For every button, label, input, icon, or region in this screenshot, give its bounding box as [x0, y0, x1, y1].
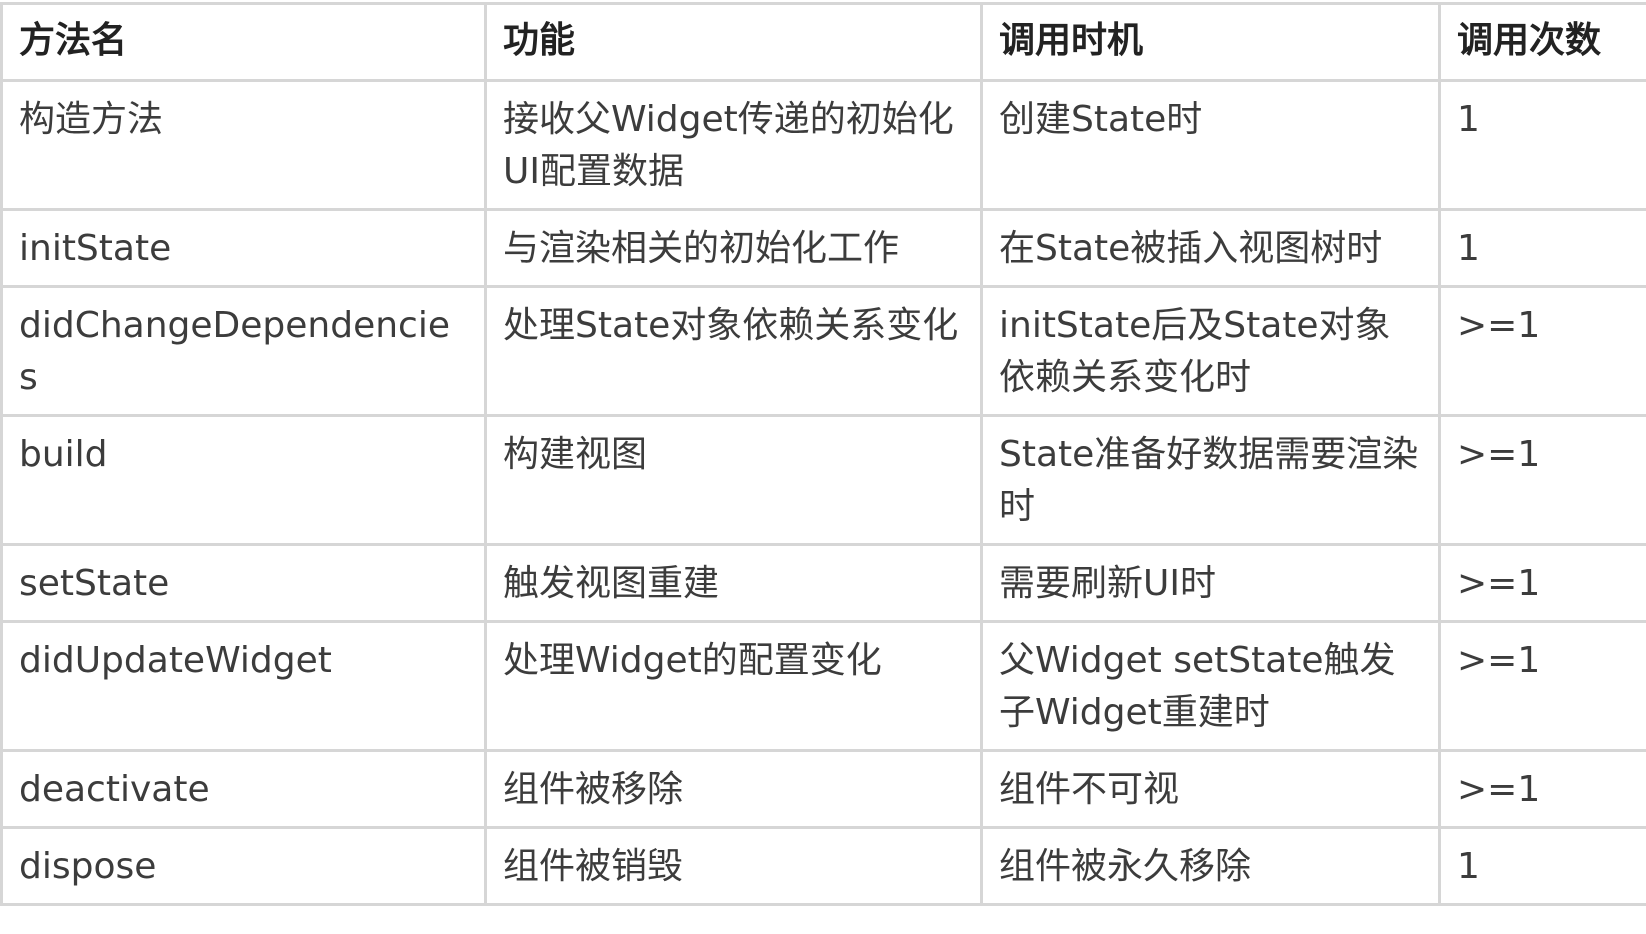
cell-method-name: initState — [0, 208, 487, 288]
cell-call-count: >=1 — [1438, 749, 1646, 829]
cell-call-count: >=1 — [1438, 620, 1646, 752]
cell-method-name: build — [0, 414, 487, 546]
table-row: setState 触发视图重建 需要刷新UI时 >=1 — [0, 543, 1646, 623]
cell-call-count: >=1 — [1438, 543, 1646, 623]
cell-call-timing: 在State被插入视图树时 — [980, 208, 1441, 288]
header-method-name: 方法名 — [0, 2, 487, 82]
cell-method-name: didUpdateWidget — [0, 620, 487, 752]
cell-method-name: didChangeDependencies — [0, 285, 487, 417]
cell-call-timing: 需要刷新UI时 — [980, 543, 1441, 623]
cell-function: 处理Widget的配置变化 — [484, 620, 983, 752]
cell-function: 触发视图重建 — [484, 543, 983, 623]
header-call-timing: 调用时机 — [980, 2, 1441, 82]
cell-call-timing: 创建State时 — [980, 79, 1441, 211]
table-header-row: 方法名 功能 调用时机 调用次数 — [0, 2, 1646, 82]
cell-call-count: 1 — [1438, 208, 1646, 288]
table-row: initState 与渲染相关的初始化工作 在State被插入视图树时 1 — [0, 208, 1646, 288]
cell-call-timing: 组件被永久移除 — [980, 826, 1441, 906]
cell-call-count: 1 — [1438, 826, 1646, 906]
cell-call-count: 1 — [1438, 79, 1646, 211]
cell-call-timing: initState后及State对象依赖关系变化时 — [980, 285, 1441, 417]
cell-function: 接收父Widget传递的初始化UI配置数据 — [484, 79, 983, 211]
cell-call-timing: 父Widget setState触发子Widget重建时 — [980, 620, 1441, 752]
cell-method-name: setState — [0, 543, 487, 623]
table-row: didChangeDependencies 处理State对象依赖关系变化 in… — [0, 285, 1646, 417]
cell-function: 组件被移除 — [484, 749, 983, 829]
cell-method-name: deactivate — [0, 749, 487, 829]
table-row: didUpdateWidget 处理Widget的配置变化 父Widget se… — [0, 620, 1646, 752]
cell-method-name: dispose — [0, 826, 487, 906]
cell-call-count: >=1 — [1438, 285, 1646, 417]
lifecycle-table: 方法名 功能 调用时机 调用次数 构造方法 接收父Widget传递的初始化UI配… — [0, 2, 1646, 906]
cell-function: 与渲染相关的初始化工作 — [484, 208, 983, 288]
cell-function: 组件被销毁 — [484, 826, 983, 906]
cell-call-timing: 组件不可视 — [980, 749, 1441, 829]
cell-call-count: >=1 — [1438, 414, 1646, 546]
cell-call-timing: State准备好数据需要渲染时 — [980, 414, 1441, 546]
header-call-count: 调用次数 — [1438, 2, 1646, 82]
cell-function: 处理State对象依赖关系变化 — [484, 285, 983, 417]
table-row: dispose 组件被销毁 组件被永久移除 1 — [0, 826, 1646, 906]
table-row: build 构建视图 State准备好数据需要渲染时 >=1 — [0, 414, 1646, 546]
cell-function: 构建视图 — [484, 414, 983, 546]
table-row: 构造方法 接收父Widget传递的初始化UI配置数据 创建State时 1 — [0, 79, 1646, 211]
header-function: 功能 — [484, 2, 983, 82]
cell-method-name: 构造方法 — [0, 79, 487, 211]
table-row: deactivate 组件被移除 组件不可视 >=1 — [0, 749, 1646, 829]
